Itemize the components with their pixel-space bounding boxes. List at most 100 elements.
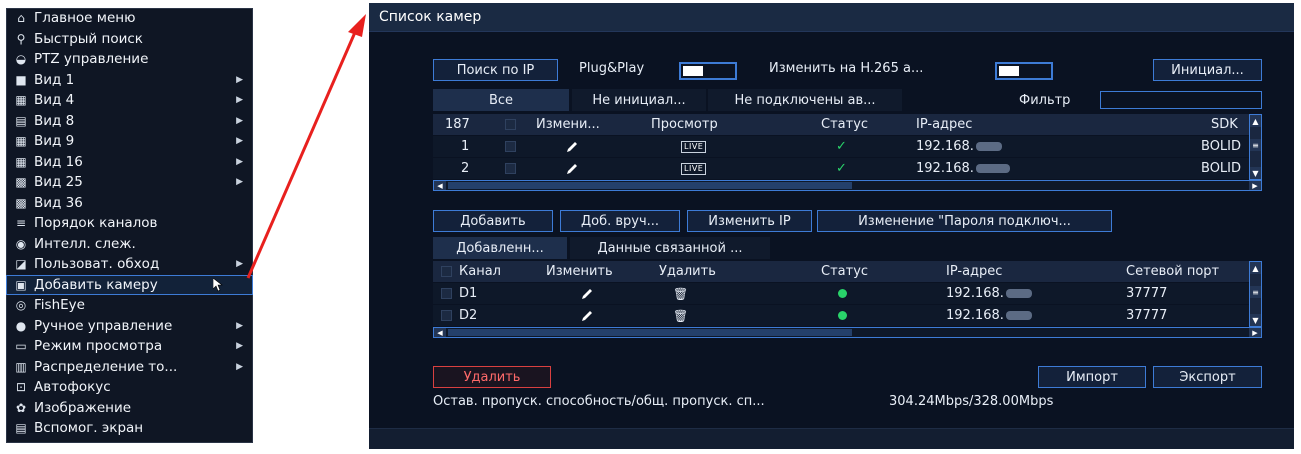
select-all-checkbox[interactable]	[441, 261, 452, 282]
live-preview-icon[interactable]: LIVE	[681, 158, 707, 179]
menu-item-label: Вспомог. экран	[34, 420, 144, 437]
col-preview: Просмотр	[651, 117, 718, 132]
menu-item-label: Вид 25	[34, 174, 83, 191]
menu-item-image[interactable]: ✿ Изображение	[6, 398, 253, 419]
menu-item-view-mode[interactable]: ▭ Режим просмотра ▶	[6, 336, 253, 357]
scroll-right-icon: ▶	[1249, 328, 1261, 337]
edit-icon[interactable]	[566, 158, 578, 179]
aux-screen-icon: ▤	[15, 421, 27, 436]
view-9-icon: ▦	[15, 134, 27, 149]
h265-toggle[interactable]	[995, 62, 1053, 80]
ip-address: 192.168.	[916, 136, 1002, 157]
chevron-right-icon: ▶	[236, 115, 243, 126]
menu-item-ptz[interactable]: ◒ PTZ управление	[6, 49, 253, 70]
menu-item-view-1[interactable]: ■ Вид 1 ▶	[6, 70, 253, 91]
add-button[interactable]: Добавить	[433, 210, 553, 232]
menu-item-fisheye[interactable]: ◎ FishEye	[6, 295, 253, 316]
device-table-vscroll[interactable]: ▲ ≡ ▼	[1249, 114, 1262, 180]
search-ip-button[interactable]: Поиск по IP	[433, 59, 558, 81]
menu-item-autofocus[interactable]: ⊡ Автофокус	[6, 377, 253, 398]
trash-icon[interactable]: 🗑	[673, 283, 688, 304]
menu-item-tour[interactable]: ◪ Пользоват. обход ▶	[6, 254, 253, 275]
menu-item-label: Интелл. слеж.	[34, 235, 136, 252]
chevron-right-icon: ▶	[236, 361, 243, 372]
menu-item-add-camera[interactable]: ▣ Добавить камеру	[6, 274, 253, 295]
import-button[interactable]: Импорт	[1038, 366, 1146, 388]
row-checkbox[interactable]	[505, 136, 516, 157]
menu-item-smart-track[interactable]: ◉ Интелл. слеж.	[6, 234, 253, 255]
delete-button[interactable]: Удалить	[433, 366, 551, 388]
port-value: 37777	[1126, 308, 1168, 323]
port-value: 37777	[1126, 286, 1168, 301]
manual-add-button[interactable]: Доб. вруч...	[560, 210, 680, 232]
tab-uninitialized[interactable]: Не инициал...	[572, 89, 706, 111]
table-row[interactable]: 1 LIVE ✓ 192.168. BOLID	[433, 136, 1262, 157]
bandwidth-value: 304.24Mbps/328.00Mbps	[889, 394, 1054, 409]
menu-item-view-25[interactable]: ▩ Вид 25 ▶	[6, 172, 253, 193]
status-ok-icon: ✓	[836, 139, 847, 154]
row-checkbox[interactable]	[441, 283, 452, 304]
h265-label: Изменить на H.265 а...	[769, 61, 924, 76]
edit-icon[interactable]	[581, 283, 593, 304]
row-checkbox[interactable]	[505, 158, 516, 179]
menu-item-aux-screen[interactable]: ▤ Вспомог. экран	[6, 418, 253, 439]
initialize-button[interactable]: Инициал...	[1153, 59, 1262, 81]
scroll-up-icon: ▲	[1250, 115, 1261, 127]
menu-item-manual-control[interactable]: ● Ручное управление ▶	[6, 316, 253, 337]
plug-play-label: Plug&Play	[579, 61, 645, 76]
menu-item-label: Вид 36	[34, 194, 83, 211]
tab-all[interactable]: Все	[433, 89, 569, 111]
menu-item-home[interactable]: ⌂ Главное меню	[6, 8, 253, 29]
home-icon: ⌂	[17, 11, 25, 26]
tab-linked-data[interactable]: Данные связанной ...	[570, 237, 770, 259]
ptz-icon: ◒	[15, 52, 27, 67]
added-table-vscroll[interactable]: ▲ ≡ ▼	[1249, 261, 1262, 327]
col-status: Статус	[821, 117, 869, 132]
tour-icon: ◪	[15, 257, 27, 272]
change-password-button[interactable]: Изменение "Пароля подключ...	[817, 210, 1112, 232]
plug-play-toggle[interactable]	[679, 62, 737, 80]
menu-item-search[interactable]: ⚲ Быстрый поиск	[6, 29, 253, 50]
view-25-icon: ▩	[15, 175, 27, 190]
filter-input[interactable]	[1100, 91, 1262, 109]
menu-item-label: FishEye	[34, 297, 85, 314]
menu-item-channel-order[interactable]: ≡ Порядок каналов	[6, 213, 253, 234]
live-preview-icon[interactable]: LIVE	[681, 136, 707, 157]
menu-item-label: Вид 4	[34, 92, 75, 109]
toggle-knob	[683, 66, 703, 76]
table-row[interactable]: D2 🗑 192.168. 37777	[433, 305, 1262, 326]
chevron-right-icon: ▶	[236, 95, 243, 106]
device-table-hscroll[interactable]: ◀ ▶	[433, 180, 1262, 191]
chevron-right-icon: ▶	[236, 74, 243, 85]
table-row[interactable]: 2 LIVE ✓ 192.168. BOLID	[433, 158, 1262, 179]
view-16-icon: ▦	[15, 154, 27, 169]
menu-item-label: Пользоват. обход	[34, 256, 160, 273]
menu-item-view-36[interactable]: ▩ Вид 36	[6, 193, 253, 214]
tab-added[interactable]: Добавленн...	[433, 237, 567, 259]
menu-item-distribution[interactable]: ▥ Распределение то... ▶	[6, 357, 253, 378]
col-count: 187	[445, 117, 470, 132]
select-all-checkbox[interactable]	[505, 114, 516, 135]
menu-item-view-4[interactable]: ▦ Вид 4 ▶	[6, 90, 253, 111]
added-camera-table: Канал Изменить Удалить Статус IP-адрес С…	[433, 261, 1262, 327]
table-row[interactable]: D1 🗑 192.168. 37777	[433, 283, 1262, 304]
tab-not-connected[interactable]: Не подключены ав...	[708, 89, 902, 111]
scroll-right-icon: ▶	[1249, 181, 1261, 190]
col-port: Сетевой порт	[1126, 264, 1220, 279]
export-button[interactable]: Экспорт	[1153, 366, 1262, 388]
chevron-right-icon: ▶	[236, 136, 243, 147]
trash-icon[interactable]: 🗑	[673, 305, 688, 326]
row-checkbox[interactable]	[441, 305, 452, 326]
filter-label: Фильтр	[1019, 93, 1071, 108]
menu-item-label: Главное меню	[34, 10, 136, 27]
modify-ip-button[interactable]: Изменить IP	[687, 210, 812, 232]
menu-item-view-9[interactable]: ▦ Вид 9 ▶	[6, 131, 253, 152]
distribution-icon: ▥	[15, 359, 27, 374]
menu-item-view-8[interactable]: ▤ Вид 8 ▶	[6, 111, 253, 132]
col-channel: Канал	[459, 264, 501, 279]
chevron-right-icon: ▶	[236, 156, 243, 167]
edit-icon[interactable]	[566, 136, 578, 157]
added-table-hscroll[interactable]: ◀ ▶	[433, 327, 1262, 338]
edit-icon[interactable]	[581, 305, 593, 326]
menu-item-view-16[interactable]: ▦ Вид 16 ▶	[6, 152, 253, 173]
